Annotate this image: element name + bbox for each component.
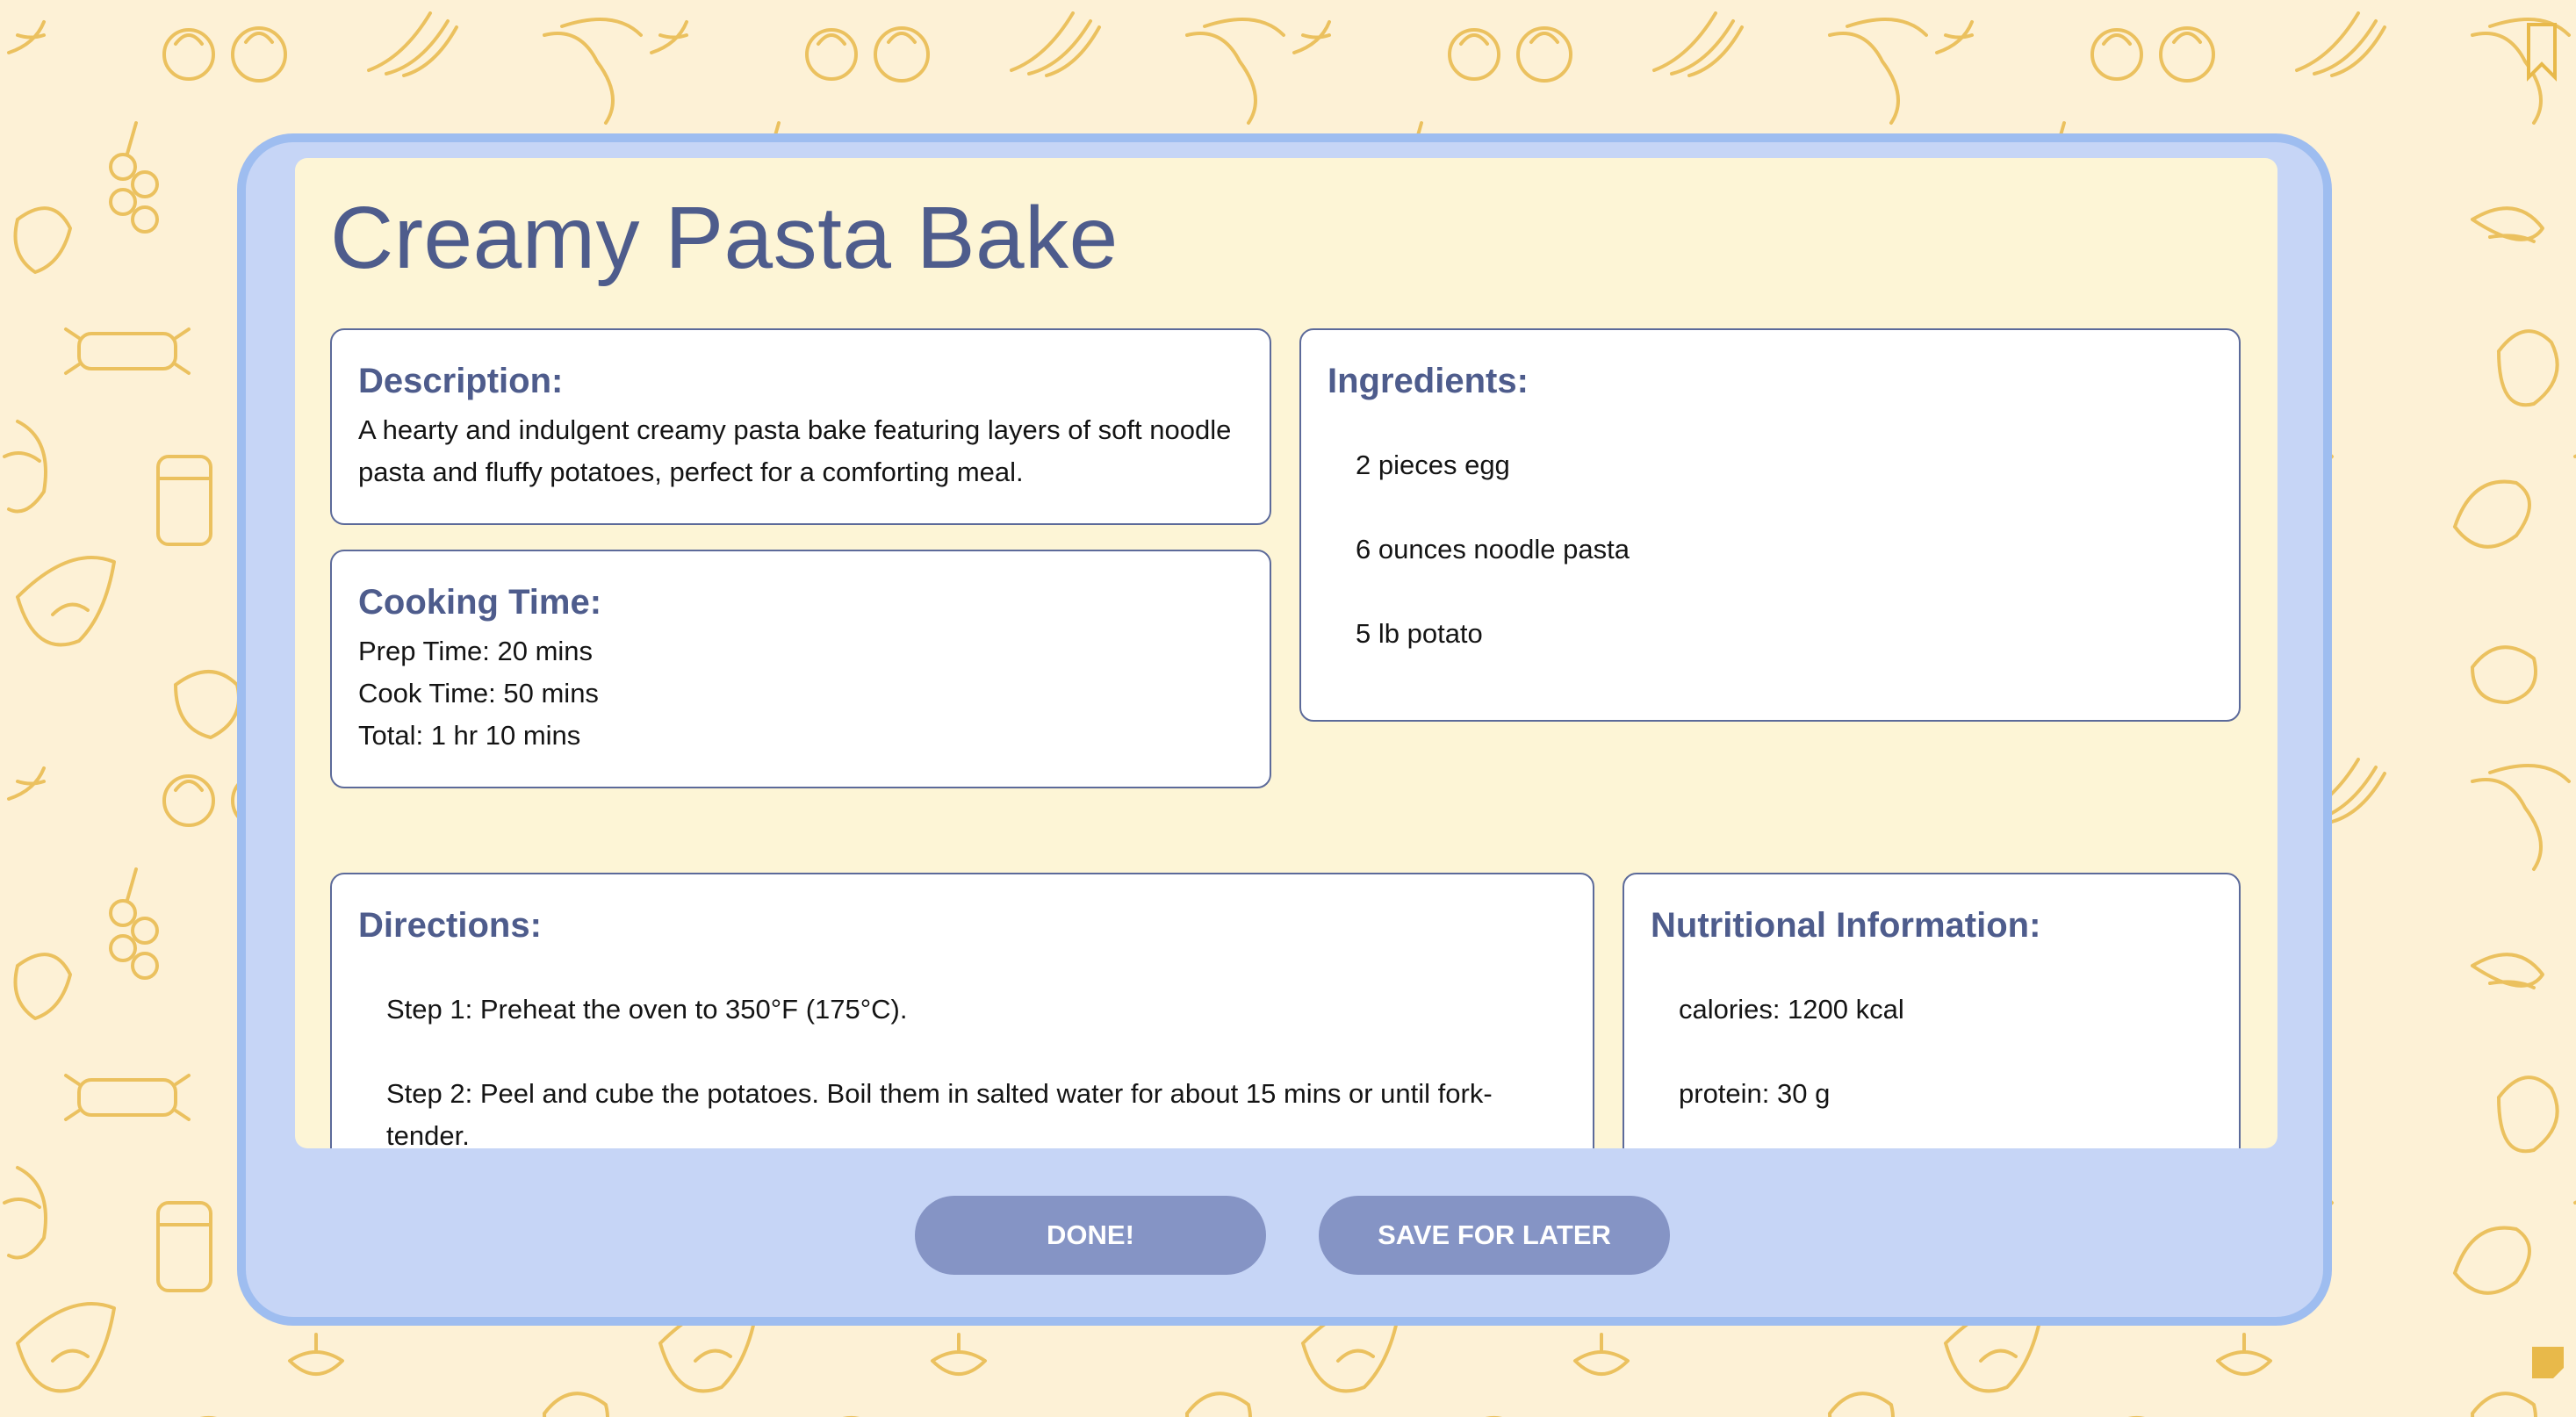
directions-section: Directions: Step 1: Preheat the oven to …: [330, 873, 1594, 1148]
save-for-later-button[interactable]: SAVE FOR LATER: [1319, 1196, 1670, 1275]
recipe-content-panel[interactable]: Creamy Pasta Bake Description: A hearty …: [295, 158, 2277, 1148]
done-button[interactable]: DONE!: [915, 1196, 1266, 1275]
list-item: protein: 30 g: [1679, 1078, 1831, 1109]
cooking-time-heading: Cooking Time:: [358, 583, 602, 622]
list-item: 2 pieces egg: [1356, 450, 1510, 480]
list-item: Step 2: Peel and cube the potatoes. Boil…: [386, 1078, 1493, 1148]
description-section: Description: A hearty and indulgent crea…: [330, 328, 1271, 525]
list-item: 6 ounces noodle pasta: [1356, 534, 1630, 565]
list-item: calories: 1200 kcal: [1679, 994, 1904, 1025]
nutrition-section: Nutritional Information: calories: 1200 …: [1623, 873, 2241, 1148]
nutrition-list: calories: 1200 kcal protein: 30 g: [1679, 989, 2177, 1148]
prep-time: Prep Time: 20 mins: [358, 636, 594, 666]
list-item: Step 1: Preheat the oven to 350°F (175°C…: [386, 994, 908, 1025]
cooking-time-section: Cooking Time: Prep Time: 20 mins Cook Ti…: [330, 550, 1271, 788]
total-time: Total: 1 hr 10 mins: [358, 720, 581, 751]
list-item: 5 lb potato: [1356, 618, 1483, 649]
ingredients-section: Ingredients: 2 pieces egg 6 ounces noodl…: [1299, 328, 2241, 722]
nutrition-heading: Nutritional Information:: [1651, 906, 2041, 945]
bookmark-flag-icon[interactable]: [2520, 16, 2572, 104]
description-text: A hearty and indulgent creamy pasta bake…: [358, 414, 1232, 487]
directions-list: Step 1: Preheat the oven to 350°F (175°C…: [386, 989, 1531, 1148]
description-heading: Description:: [358, 362, 564, 400]
page-title: Creamy Pasta Bake: [330, 189, 1119, 287]
ingredients-list: 2 pieces egg 6 ounces noodle pasta 5 lb …: [1356, 444, 2177, 697]
cook-time: Cook Time: 50 mins: [358, 678, 599, 708]
cooking-time-list: Prep Time: 20 mins Cook Time: 50 mins To…: [358, 630, 1234, 757]
corner-tab-icon: [2532, 1347, 2564, 1378]
recipe-card: Creamy Pasta Bake Description: A hearty …: [237, 133, 2332, 1326]
directions-heading: Directions:: [358, 906, 542, 945]
ingredients-heading: Ingredients:: [1328, 362, 1529, 400]
